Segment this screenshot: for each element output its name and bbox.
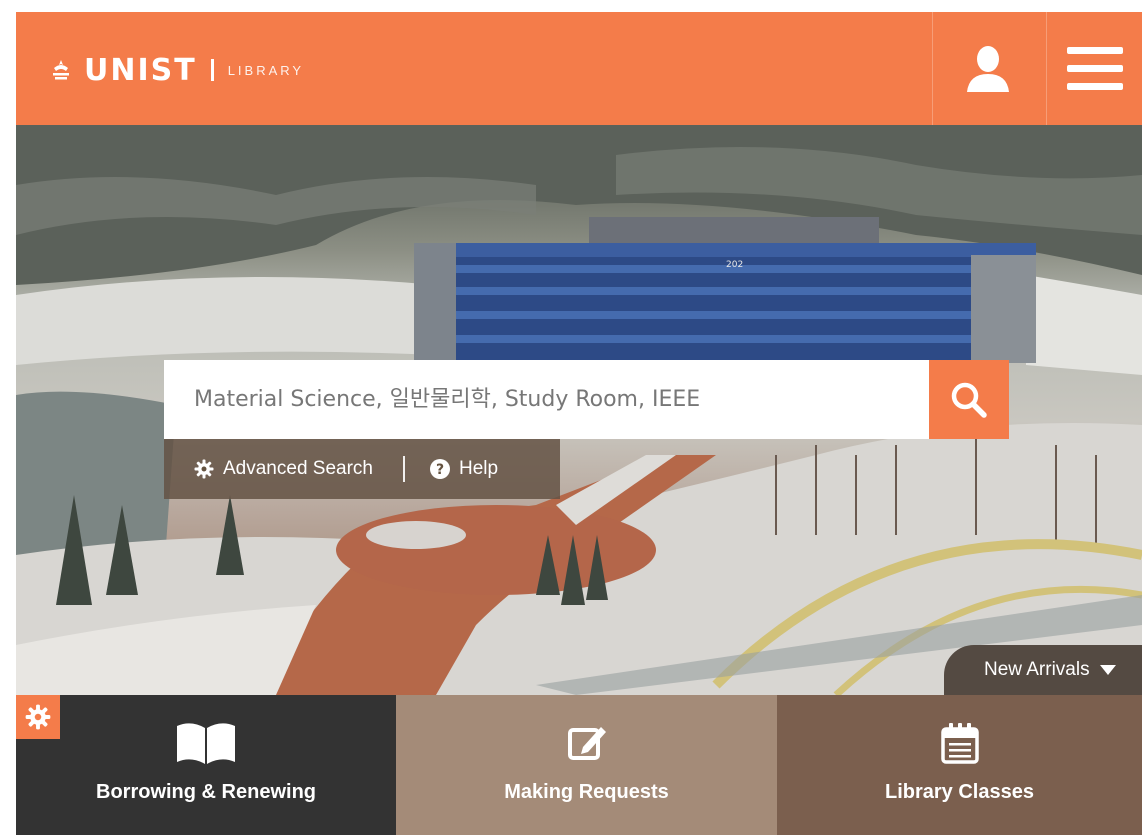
search-icon bbox=[951, 382, 987, 418]
options-divider bbox=[403, 456, 405, 482]
tile-making-requests[interactable]: Making Requests bbox=[396, 695, 777, 835]
user-icon bbox=[967, 45, 1009, 92]
settings-corner-button[interactable] bbox=[16, 695, 60, 739]
unist-emblem-icon bbox=[53, 60, 69, 80]
gear-icon bbox=[194, 459, 214, 479]
hamburger-menu-icon bbox=[1067, 46, 1123, 90]
logo-subtext: LIBRARY bbox=[227, 62, 305, 78]
tile-label: Library Classes bbox=[885, 781, 1034, 803]
main-menu-button[interactable] bbox=[1046, 12, 1142, 125]
new-arrivals-label: New Arrivals bbox=[984, 659, 1090, 680]
new-arrivals-toggle[interactable]: New Arrivals bbox=[944, 645, 1142, 695]
caret-down-icon bbox=[1099, 665, 1116, 675]
advanced-search-link[interactable]: Advanced Search bbox=[194, 458, 373, 480]
search-options-bar: Advanced Search ? Help bbox=[164, 439, 560, 499]
logo-wordmark: UNIST bbox=[84, 52, 197, 88]
search-input[interactable] bbox=[164, 360, 929, 439]
search-button[interactable] bbox=[929, 360, 1009, 439]
help-link[interactable]: ? Help bbox=[429, 458, 498, 480]
search-bar bbox=[164, 360, 1009, 439]
tile-library-classes[interactable]: Library Classes bbox=[777, 695, 1142, 835]
top-header: UNIST LIBRARY bbox=[16, 12, 1142, 125]
open-book-icon bbox=[177, 723, 235, 764]
unist-library-logo[interactable]: UNIST LIBRARY bbox=[50, 52, 304, 88]
gear-icon bbox=[25, 704, 51, 730]
help-label: Help bbox=[459, 458, 499, 479]
tile-borrowing-renewing[interactable]: Borrowing & Renewing bbox=[16, 695, 396, 835]
calendar-icon bbox=[940, 723, 979, 764]
question-circle-icon: ? bbox=[430, 459, 450, 479]
building-label: 202 bbox=[726, 260, 743, 270]
svg-text:?: ? bbox=[436, 462, 444, 478]
tile-label: Making Requests bbox=[504, 781, 669, 803]
logo-divider bbox=[210, 59, 214, 81]
tile-label: Borrowing & Renewing bbox=[96, 781, 316, 803]
library-home-page: UNIST LIBRARY 202 Material Science, 일반물리… bbox=[0, 0, 1142, 835]
quick-service-tiles: Borrowing & Renewing Making Requests Lib… bbox=[16, 695, 1142, 835]
advanced-search-label: Advanced Search bbox=[223, 458, 373, 479]
user-account-button[interactable] bbox=[932, 12, 1043, 125]
edit-note-icon bbox=[567, 727, 606, 760]
